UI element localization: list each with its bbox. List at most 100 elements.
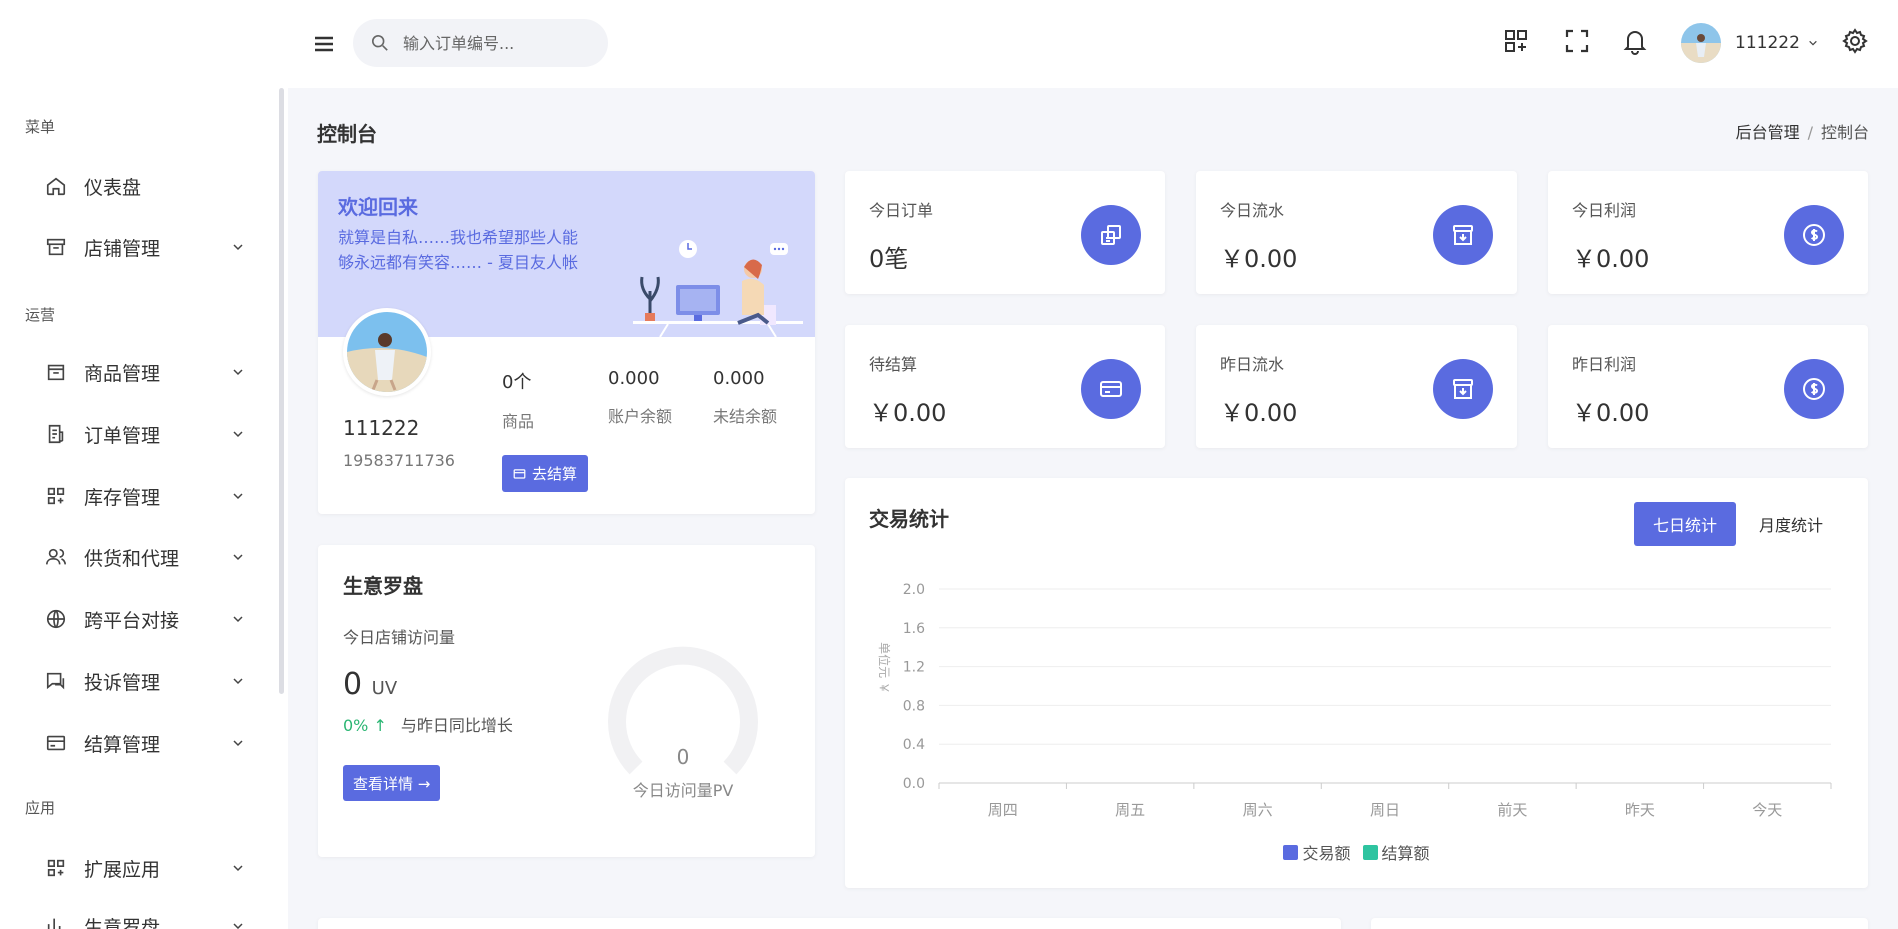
y-tick-label: 0.4	[903, 737, 925, 753]
sidebar-item-inventory[interactable]: 库存管理	[44, 476, 244, 516]
stat-card-value: 0笔	[869, 245, 909, 273]
bottom-card-right	[1371, 918, 1868, 929]
stat-card-yesterday-flow: 昨日流水 ￥0.00	[1196, 325, 1517, 448]
welcome-illustration	[633, 240, 803, 337]
stat-value: 0.000	[608, 368, 660, 389]
profile-avatar	[343, 308, 431, 396]
y-tick-label: 2.0	[903, 582, 925, 598]
sidebar-item-settlement[interactable]: 结算管理	[44, 723, 244, 763]
breadcrumb: 后台管理 / 控制台	[1735, 123, 1869, 142]
settle-button-label: 去结算	[532, 465, 578, 483]
fullscreen-icon[interactable]	[1562, 26, 1592, 56]
settle-button[interactable]: 去结算	[502, 455, 589, 492]
x-tick-label: 周六	[1243, 801, 1273, 819]
chevron-down-icon	[233, 678, 243, 685]
gauge-value: 0	[676, 745, 690, 769]
dollar-icon	[1784, 205, 1844, 265]
business-compass-card: 生意罗盘 今日店铺访问量 0 UV 0% ↑ 与昨日同比增长 查看详情 → 0 今…	[318, 545, 815, 857]
sidebar-item-cross-platform[interactable]: 跨平台对接	[44, 599, 244, 639]
sidebar: 菜单 仪表盘 店铺管理 运营 商品管理 订单管理 库存管理 供货和代理 跨平台对…	[0, 0, 288, 929]
sidebar-item-dashboard[interactable]: 仪表盘	[44, 166, 244, 206]
store-icon	[44, 235, 68, 259]
chart-icon	[44, 914, 68, 929]
chevron-down-icon	[233, 865, 243, 872]
chevron-down-icon	[233, 493, 243, 500]
stat-card-value: ￥0.00	[1572, 245, 1650, 273]
stat-balance: 0.000 账户余额	[608, 368, 672, 427]
archive-icon	[1433, 205, 1493, 265]
sidebar-item-label: 投诉管理	[84, 671, 161, 694]
menu-group-label: 菜单	[25, 118, 56, 136]
chevron-down-icon	[233, 244, 243, 251]
stat-card-today-profit: 今日利润 ￥0.00	[1548, 171, 1868, 294]
welcome-quote: 就算是自私……我也希望那些人能够永远都有笑容…… - 夏目友人帐	[338, 228, 579, 272]
legend-item[interactable]: 结算额	[1362, 840, 1430, 864]
breadcrumb-item[interactable]: 后台管理	[1736, 123, 1800, 142]
sidebar-item-label: 扩展应用	[84, 858, 161, 881]
sidebar-item-products[interactable]: 商品管理	[44, 352, 244, 392]
uv-value: 0	[343, 667, 363, 702]
box-icon	[44, 360, 68, 384]
archive-icon	[1433, 359, 1493, 419]
stat-label: 账户余额	[608, 407, 673, 426]
chevron-down-icon	[233, 616, 243, 623]
stat-card-value: ￥0.00	[1220, 245, 1298, 273]
stat-unsettled: 0.000 未结余额	[713, 368, 777, 427]
chevron-down-icon	[233, 740, 243, 747]
sidebar-item-supply[interactable]: 供货和代理	[44, 537, 244, 577]
chevron-down-icon	[233, 554, 243, 561]
y-tick-label: 1.2	[903, 660, 925, 676]
menu-group-label: 应用	[25, 799, 56, 817]
stat-card-value: ￥0.00	[869, 399, 947, 427]
x-tick-label: 前天	[1497, 801, 1527, 819]
sidebar-item-complaints[interactable]: 投诉管理	[44, 661, 244, 701]
page-title: 控制台	[317, 122, 377, 146]
users-icon	[44, 545, 68, 569]
stat-card-label: 待结算	[869, 355, 918, 374]
stat-card-today-orders: 今日订单 0笔	[845, 171, 1165, 294]
chart-legend: 交易额 结算额	[845, 840, 1868, 864]
stat-label: 未结余额	[713, 407, 778, 426]
legend-swatch	[1362, 844, 1378, 860]
growth-percent: 0% ↑	[343, 716, 387, 735]
bell-icon[interactable]	[1620, 26, 1650, 56]
stat-products: 0个 商品	[502, 368, 534, 432]
order-icon	[44, 422, 68, 446]
sidebar-item-orders[interactable]: 订单管理	[44, 414, 244, 454]
sidebar-item-label: 仪表盘	[84, 176, 142, 199]
uv-unit: UV	[371, 678, 398, 699]
user-menu[interactable]: 111222	[1681, 22, 1818, 64]
user-name: 111222	[1735, 33, 1800, 53]
sidebar-item-label: 跨平台对接	[84, 609, 180, 632]
x-tick-label: 昨天	[1625, 801, 1655, 819]
stat-card-yesterday-profit: 昨日利润 ￥0.00	[1548, 325, 1868, 448]
search-box	[353, 19, 608, 67]
sidebar-item-label: 商品管理	[84, 362, 161, 385]
hamburger-menu-icon[interactable]	[310, 30, 338, 58]
globe-icon	[44, 607, 68, 631]
stat-card-label: 昨日流水	[1220, 355, 1285, 374]
business-title: 生意罗盘	[343, 574, 423, 598]
chevron-down-icon	[233, 369, 243, 376]
avatar	[1681, 23, 1721, 63]
growth-label: 与昨日同比增长	[400, 716, 513, 735]
chat-icon	[44, 669, 68, 693]
stat-card-pending: 待结算 ￥0.00	[845, 325, 1165, 448]
sidebar-item-label: 库存管理	[84, 486, 161, 509]
legend-item[interactable]: 交易额	[1283, 840, 1351, 864]
sidebar-item-extensions[interactable]: 扩展应用	[44, 848, 244, 888]
copy-icon	[1081, 205, 1141, 265]
sidebar-item-store[interactable]: 店铺管理	[44, 227, 244, 267]
sidebar-item-label: 供货和代理	[84, 547, 180, 570]
growth-row: 0% ↑ 与昨日同比增长	[343, 712, 513, 736]
view-details-button[interactable]: 查看详情 →	[343, 765, 441, 801]
gear-icon[interactable]	[1840, 26, 1870, 56]
business-subtitle: 今日店铺访问量	[343, 628, 456, 647]
sidebar-item-business[interactable]: 生意罗盘	[44, 906, 244, 929]
order-search-input[interactable]	[403, 33, 593, 53]
apps-grid-icon[interactable]	[1501, 26, 1531, 56]
chevron-down-icon	[233, 431, 243, 438]
menu-group-label: 运营	[25, 306, 56, 324]
stat-value: 0.000	[713, 368, 765, 389]
sidebar-scrollbar[interactable]	[279, 88, 284, 694]
